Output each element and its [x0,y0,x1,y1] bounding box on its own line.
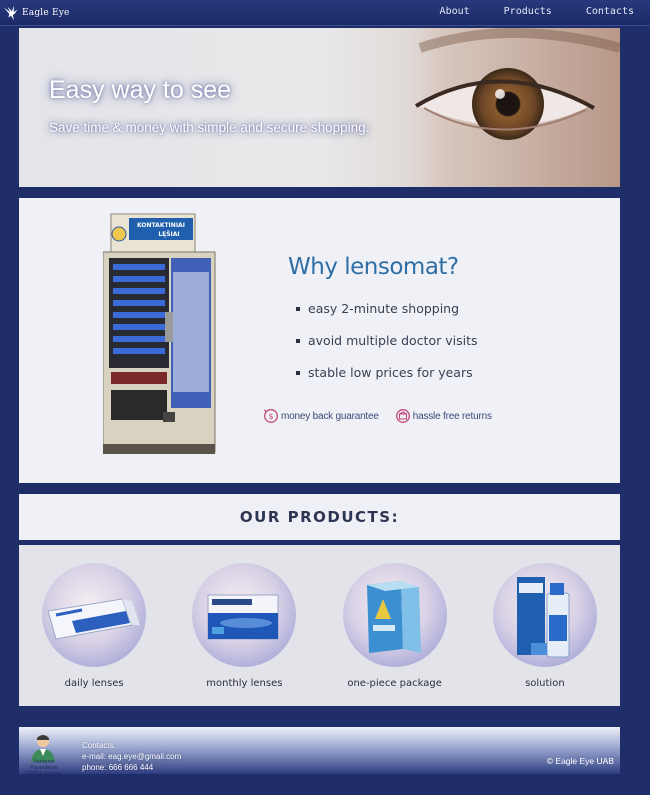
contact-email[interactable]: e-mail: eag.eye@gmail.com [82,751,181,762]
money-back-badge: $ money back guarantee [263,408,379,424]
ceo-role: CEO & founder [25,771,63,777]
footer: Vardenis Pavardenis CEO & founder Contac… [19,727,620,777]
nav-about-link[interactable]: About [440,6,470,17]
nav-products-link[interactable]: Products [504,6,552,17]
eye-image [380,28,620,187]
copyright-text: © Eagle Eye UAB [546,756,614,766]
hero-title: Easy way to see [49,76,232,104]
vending-sign-text-2: LĘŠIAI [158,231,179,238]
guarantee-badges: $ money back guarantee hassle free retur… [263,408,492,424]
svg-text:$: $ [269,412,274,421]
return-icon [395,409,410,423]
product-image-circle [192,563,297,667]
brand-logo[interactable]: Eagle Eye [3,2,70,24]
eagle-icon [3,5,18,21]
dollar-icon: $ [263,409,278,423]
nav-links: About Products Contacts [440,6,634,17]
vending-machine-image: KONTAKTINIAI LĘŠIAI [103,213,216,454]
solution-bottle-icon [516,577,570,658]
products-grid: daily lenses monthly lenses one-piece pa… [19,545,620,706]
hero-subtitle: Save time & money with simple and secure… [49,120,370,135]
why-bullet: easy 2-minute shopping [296,301,478,333]
product-label[interactable]: one-piece package [347,678,442,689]
nav-contacts-link[interactable]: Contacts [586,6,634,17]
why-title: Why lensomat? [288,254,459,280]
daily-lenses-box-icon [47,598,141,640]
product-image-circle [42,563,147,667]
product-card-monthly[interactable]: monthly lenses [169,563,319,706]
product-label[interactable]: solution [525,678,565,689]
contacts-title: Contacts: [82,741,116,750]
hero-banner: Easy way to see Save time & money with s… [19,28,620,187]
product-label[interactable]: monthly lenses [206,678,282,689]
one-piece-package-icon [366,581,421,653]
product-image-circle [492,563,597,667]
monthly-lenses-box-icon [207,594,279,640]
product-label[interactable]: daily lenses [65,678,124,689]
ceo-caption: Vardenis Pavardenis CEO & founder [23,759,65,777]
vending-sign-text-1: KONTAKTINIAI [137,222,185,229]
products-header: OUR PRODUCTS: [19,494,620,540]
contacts-block: Contacts: e-mail: eag.eye@gmail.com phon… [82,740,181,773]
product-card-package[interactable]: one-piece package [320,563,470,706]
why-section: KONTAKTINIAI LĘŠIAI Why lensomat? easy 2… [19,198,620,483]
product-card-solution[interactable]: solution [470,563,620,706]
product-image-circle [342,563,447,667]
ceo-avatar-icon [31,735,55,762]
returns-badge: hassle free returns [395,408,492,424]
why-bullet-list: easy 2-minute shopping avoid multiple do… [296,301,478,397]
brand-name: Eagle Eye [22,8,70,18]
money-back-label: money back guarantee [281,410,379,422]
returns-label: hassle free returns [412,410,492,422]
ceo-name: Vardenis Pavardenis [30,759,58,771]
products-title: OUR PRODUCTS: [239,508,400,526]
product-card-daily[interactable]: daily lenses [19,563,169,706]
why-bullet: avoid multiple doctor visits [296,333,478,365]
contact-phone[interactable]: phone: 666 666 444 [82,762,181,773]
why-bullet: stable low prices for years [296,365,478,397]
top-nav: Eagle Eye About Products Contacts [0,0,650,26]
